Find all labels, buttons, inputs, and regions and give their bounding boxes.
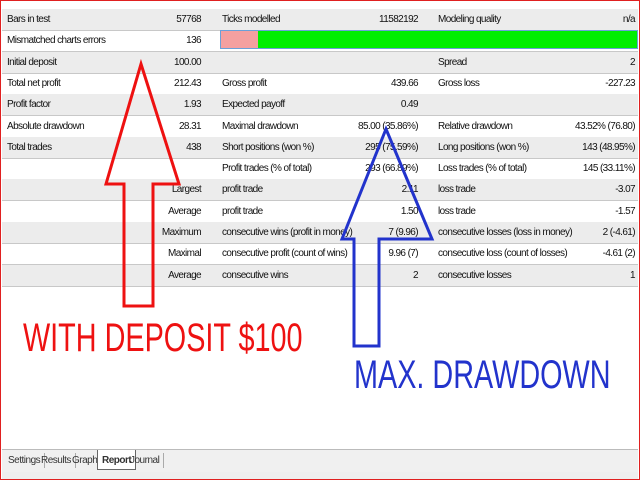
tab-journal[interactable]: Journal (126, 453, 165, 468)
annotation-arrows (104, 58, 435, 348)
red-arrow-icon (104, 58, 182, 308)
status-bar (2, 472, 638, 479)
deposit-annotation: WITH DEPOSIT $100 (23, 316, 303, 360)
tab-bar: Settings Results Graph Report Journal (2, 449, 638, 472)
drawdown-annotation: MAX. DRAWDOWN (354, 353, 611, 397)
blue-arrow-icon (339, 125, 435, 348)
report-window: Bars in test 57768 Ticks modelled 11582192 M… (0, 0, 640, 480)
